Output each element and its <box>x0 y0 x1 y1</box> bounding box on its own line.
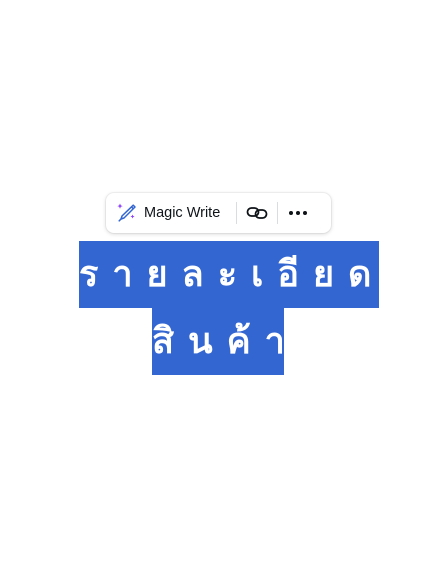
link-button[interactable] <box>237 197 277 229</box>
selected-text-box[interactable]: รายละเอียด สินค้า <box>79 241 379 375</box>
text-line-2: สินค้า <box>152 321 299 362</box>
design-canvas[interactable]: Magic Write รายละเอียด สินค้า <box>0 0 439 576</box>
more-icon <box>288 210 308 216</box>
magic-pen-icon <box>116 202 138 224</box>
magic-write-label: Magic Write <box>144 205 221 221</box>
magic-write-button[interactable]: Magic Write <box>108 197 228 229</box>
more-options-button[interactable] <box>278 197 318 229</box>
context-toolbar: Magic Write <box>106 193 331 233</box>
link-icon <box>246 205 268 221</box>
text-line-1: รายละเอียด <box>79 254 386 295</box>
